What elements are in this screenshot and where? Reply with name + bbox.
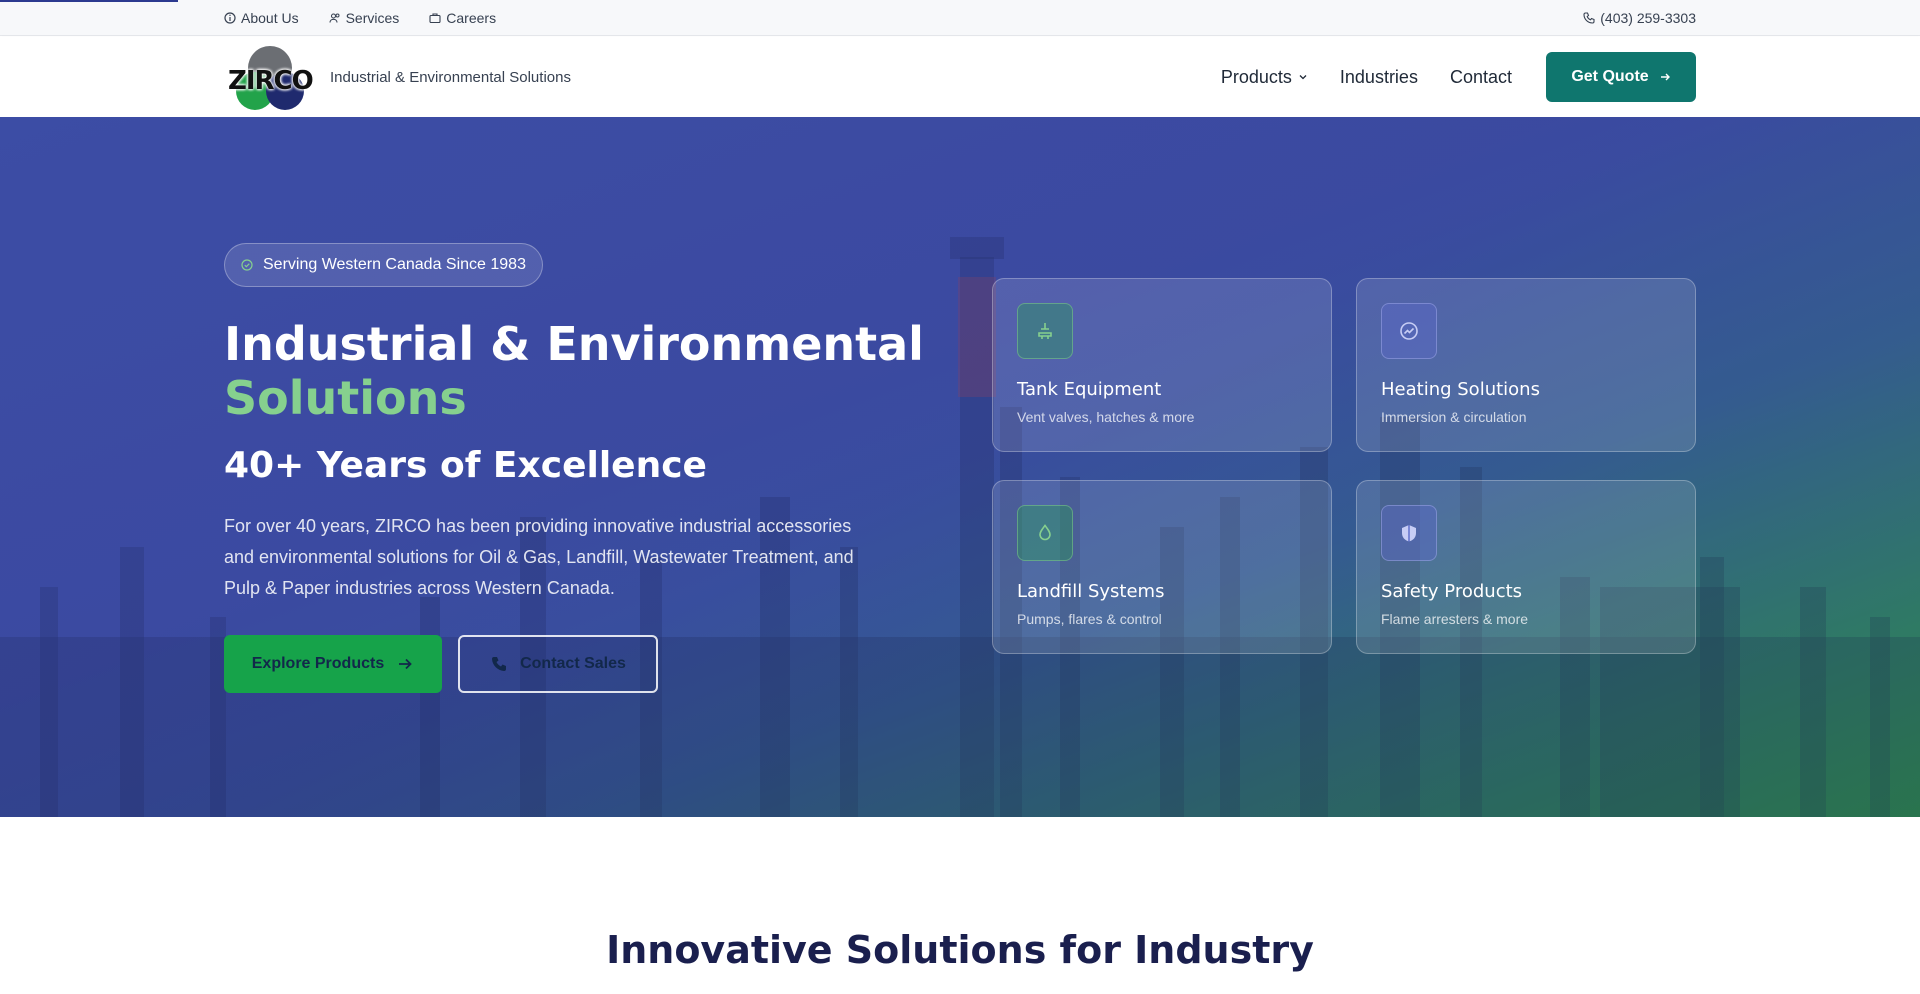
get-quote-label: Get Quote <box>1571 68 1649 85</box>
card-title: Tank Equipment <box>1017 379 1162 400</box>
nav-item-label: Products <box>1220 66 1292 87</box>
valve-icon <box>1038 323 1052 339</box>
top-link-careers[interactable]: Careers <box>429 10 496 26</box>
top-link-services[interactable]: Services <box>329 10 400 26</box>
chevron-down-icon <box>1299 75 1307 80</box>
nav-item-products[interactable]: Products <box>1221 67 1308 88</box>
card-title: Landfill Systems <box>1017 581 1165 602</box>
hero-description: For over 40 years, ZIRCO has been provid… <box>224 516 854 598</box>
phone-icon <box>492 657 507 671</box>
category-card-safety-products[interactable]: Safety Products Flame arresters & more <box>1356 480 1696 654</box>
info-icon <box>224 12 236 24</box>
top-links: About Us Services Careers <box>224 10 496 26</box>
card-icon-box <box>1381 303 1437 359</box>
explore-products-button[interactable]: Explore Products <box>224 635 442 693</box>
card-subtitle: Vent valves, hatches & more <box>1017 409 1195 425</box>
check-circle-icon <box>241 259 253 271</box>
nav-item-label: Industries <box>1339 66 1418 87</box>
category-card-tank-equipment[interactable]: Tank Equipment Vent valves, hatches & mo… <box>992 278 1332 452</box>
nav-item-contact[interactable]: Contact <box>1450 67 1512 88</box>
category-card-heating-solutions[interactable]: Heating Solutions Immersion & circulatio… <box>1356 278 1696 452</box>
category-card-landfill-systems[interactable]: Landfill Systems Pumps, flares & control <box>992 480 1332 654</box>
badge-text: Serving Western Canada Since 1983 <box>263 256 526 273</box>
phone-number: (403) 259-3303 <box>1600 10 1696 26</box>
top-link-label: Services <box>345 10 400 26</box>
nav-item-label: Contact <box>1449 66 1512 87</box>
card-icon-box <box>1017 505 1073 561</box>
droplet-icon <box>1039 524 1051 541</box>
card-subtitle: Pumps, flares & control <box>1017 611 1162 627</box>
top-link-label: About Us <box>241 10 299 26</box>
zirco-logo[interactable]: ZIRCO <box>224 42 314 112</box>
hero-heading: Industrial & Environmental Solutions <box>224 317 924 425</box>
briefcase-icon <box>429 13 441 24</box>
contact-sales-button[interactable]: Contact Sales <box>458 635 658 693</box>
explore-products-label: Explore Products <box>251 655 385 672</box>
card-title: Heating Solutions <box>1381 379 1540 400</box>
brand-tagline: Industrial & Environmental Solutions <box>330 68 571 86</box>
top-utility-bar: About Us Services Careers (403) 259-3303 <box>0 0 1920 36</box>
top-link-about-us[interactable]: About Us <box>224 10 299 26</box>
top-link-label: Careers <box>446 10 497 26</box>
arrow-right-icon <box>1660 73 1670 81</box>
nav-menu: Products Industries Contact Get Quote <box>1221 52 1696 102</box>
logo-wordmark: ZIRCO <box>228 66 314 96</box>
phone-link[interactable]: (403) 259-3303 <box>1583 10 1696 26</box>
card-icon-box <box>1381 505 1437 561</box>
contact-sales-label: Contact Sales <box>520 655 626 672</box>
phone-icon <box>1583 12 1595 24</box>
hero-section: Serving Western Canada Since 1983 Indust… <box>0 117 1920 817</box>
hero-subheading: 40+ Years of Excellence <box>224 445 707 486</box>
gauge-icon <box>1400 322 1418 340</box>
main-navigation: ZIRCO Industrial & Environmental Solutio… <box>0 37 1920 117</box>
arrow-right-icon <box>399 658 413 670</box>
card-subtitle: Flame arresters & more <box>1381 611 1529 627</box>
heritage-badge: Serving Western Canada Since 1983 <box>224 243 543 287</box>
section-title: Innovative Solutions for Industry <box>606 928 1314 972</box>
users-icon <box>329 13 340 23</box>
shield-icon <box>1402 525 1416 542</box>
get-quote-button[interactable]: Get Quote <box>1546 52 1696 102</box>
nav-item-industries[interactable]: Industries <box>1340 67 1418 88</box>
hero-heading-line1: Industrial & Environmental <box>224 317 924 371</box>
card-subtitle: Immersion & circulation <box>1381 409 1527 425</box>
hero-heading-accent: Solutions <box>224 371 467 425</box>
brand[interactable]: ZIRCO Industrial & Environmental Solutio… <box>224 42 571 112</box>
page-progress-strip <box>0 0 178 2</box>
card-title: Safety Products <box>1381 581 1523 602</box>
card-icon-box <box>1017 303 1073 359</box>
